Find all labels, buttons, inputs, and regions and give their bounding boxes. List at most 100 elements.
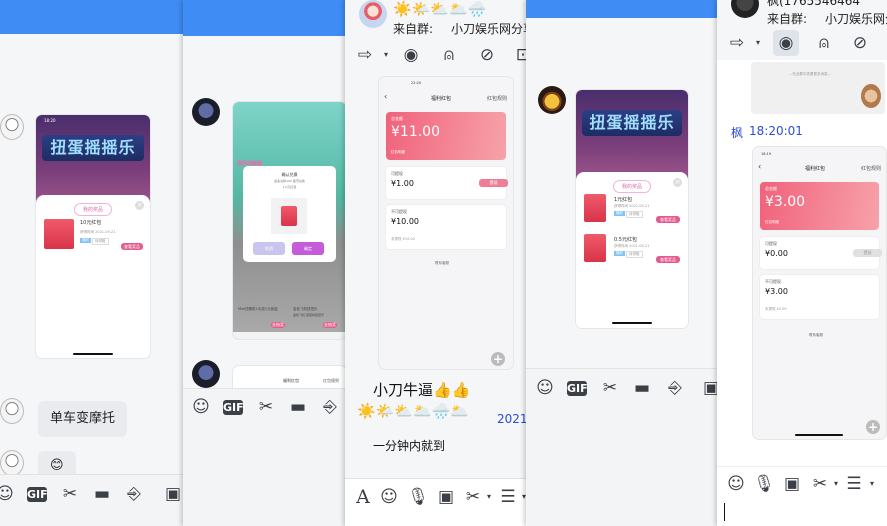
- game-title: 扭蛋摇摇乐: [42, 135, 144, 161]
- zoom-icon[interactable]: +: [866, 420, 880, 434]
- voice-icon[interactable]: 🎙: [753, 473, 775, 495]
- forward-icon[interactable]: ⎆: [319, 396, 341, 418]
- image-icon[interactable]: ▣: [781, 473, 803, 495]
- screenshot-image[interactable]: 18:20 扭蛋摇摇乐 我的奖品 × 10元红包 获得时间 2021-09-21…: [36, 115, 150, 358]
- available-amount: ¥1.00: [391, 179, 414, 188]
- play-button-right[interactable]: 去抽奖: [323, 322, 337, 328]
- cancel-button[interactable]: 取消: [253, 242, 285, 255]
- add-user-icon[interactable]: ⍝: [813, 32, 835, 54]
- forward-icon[interactable]: ⎆: [664, 377, 686, 399]
- back-icon[interactable]: ‹: [758, 162, 761, 171]
- dialog-title: 确认兑换: [281, 172, 298, 177]
- view-prize-button[interactable]: 查看奖品: [656, 216, 680, 223]
- gif-icon[interactable]: GIF: [567, 381, 588, 396]
- withdraw-detail[interactable]: 红包明细: [765, 220, 779, 225]
- message-text[interactable]: 一分钟内就到: [373, 437, 445, 454]
- text-cursor[interactable]: [724, 503, 725, 521]
- message-sender: 枫: [731, 126, 744, 140]
- hide-icon[interactable]: ◉: [400, 44, 422, 66]
- avatar[interactable]: [0, 398, 24, 424]
- prize-tag-1: 福利: [614, 211, 625, 216]
- forward-icon[interactable]: ⎆: [123, 483, 145, 505]
- avatar[interactable]: [192, 360, 220, 388]
- screenshot-image[interactable]: 摇你的超值 确认兑换 最多兑换100 星币兑换 1.0元红包 取消 确定 Min…: [233, 102, 346, 339]
- emoji-icon[interactable]: ☺: [725, 473, 747, 495]
- emoji-icon[interactable]: ☺: [378, 486, 400, 508]
- font-icon[interactable]: A: [352, 486, 374, 508]
- share-icon[interactable]: ⇨: [354, 44, 376, 66]
- available-amount: ¥0.00: [765, 249, 788, 258]
- prize-date: 获得时间 2021-09-21: [80, 230, 116, 234]
- chevron-down-icon[interactable]: ▾: [861, 473, 883, 495]
- scissors-icon[interactable]: ✂: [59, 483, 81, 505]
- image-icon[interactable]: ▣: [435, 486, 457, 508]
- nav-bar: [233, 332, 346, 339]
- page-title: 福利红包: [805, 166, 826, 172]
- total-label: 总金额: [765, 186, 777, 191]
- emoji-icon[interactable]: ☺: [534, 377, 556, 399]
- message-time: 18:20:01: [749, 124, 803, 138]
- unavailable-card: 不可提现 ¥10.00 未提现 ¥10.00: [386, 205, 506, 249]
- available-label: 可提现: [391, 171, 403, 176]
- voice-icon[interactable]: 🎙: [407, 486, 429, 508]
- contact-support[interactable]: 联系客服: [435, 261, 449, 266]
- confirm-button[interactable]: 确定: [292, 242, 324, 255]
- close-icon[interactable]: ×: [135, 201, 144, 210]
- gif-icon[interactable]: GIF: [27, 487, 48, 502]
- more-messages-note: —在此群中查看更多消息—: [789, 72, 831, 76]
- unavailable-label: 不可提现: [765, 279, 781, 284]
- gif-icon[interactable]: GIF: [223, 400, 244, 415]
- avatar[interactable]: [0, 450, 24, 476]
- avatar[interactable]: [192, 98, 220, 126]
- chevron-down-icon[interactable]: ▾: [747, 32, 769, 54]
- zoom-icon[interactable]: +: [491, 352, 505, 366]
- unavailable-note: 未提现 ¥3.00: [765, 307, 787, 311]
- share-icon[interactable]: ⇨: [726, 32, 748, 54]
- avatar[interactable]: [359, 0, 387, 28]
- dialog-line-1: 最多兑换100 星币兑换: [274, 179, 305, 183]
- red-envelope-frame: [271, 198, 307, 234]
- prize-name: 1元红包: [614, 197, 633, 203]
- unavailable-note: 未提现 ¥10.00: [391, 237, 415, 241]
- avatar[interactable]: [538, 86, 566, 114]
- scissors-icon[interactable]: ✂: [255, 396, 277, 418]
- add-user-icon[interactable]: ⍝: [438, 44, 460, 66]
- home-indicator: [795, 434, 843, 436]
- unavailable-amount: ¥10.00: [391, 217, 419, 226]
- sticker-icon: [861, 84, 881, 108]
- close-icon[interactable]: ×: [673, 178, 682, 187]
- scissors-icon[interactable]: ✂: [599, 377, 621, 399]
- image-icon[interactable]: ▣: [162, 483, 184, 505]
- folder-icon[interactable]: ▬: [287, 396, 309, 418]
- sheet-title: 我的奖品: [73, 203, 113, 216]
- folder-icon[interactable]: ▬: [631, 377, 653, 399]
- hide-icon[interactable]: ◉: [773, 30, 799, 56]
- folder-icon[interactable]: ▬: [91, 483, 113, 505]
- withdraw-button[interactable]: 提现: [853, 249, 882, 257]
- play-button-left[interactable]: 去抽奖: [271, 322, 285, 328]
- screenshot-image[interactable]: 22:20 ‹ 福利红包 红包规则 总金额 ¥11.00 红包明细 可提现 ¥1…: [379, 77, 513, 369]
- emoji-icon[interactable]: ☺: [0, 483, 16, 505]
- input-toolbar: ☺ GIF ✂ ▬ ⎆: [183, 388, 347, 526]
- view-prize-button[interactable]: 查看奖品: [121, 243, 143, 250]
- contact-support[interactable]: 联系客服: [809, 333, 823, 338]
- block-user-icon[interactable]: ⊘: [476, 44, 498, 66]
- back-icon[interactable]: ‹: [384, 92, 387, 101]
- emoji-icon[interactable]: ☺: [190, 396, 212, 418]
- message-bubble[interactable]: 单车变摩托: [38, 401, 128, 437]
- prev-screenshot[interactable]: —在此群中查看更多消息—: [751, 62, 885, 114]
- message-text[interactable]: 小刀牛逼👍👍: [373, 379, 470, 400]
- withdraw-detail[interactable]: 红包明细: [391, 150, 405, 155]
- rule-link[interactable]: 红包规则: [487, 95, 507, 102]
- dialog-line-2: 1.0元红包: [282, 185, 297, 189]
- avatar[interactable]: [0, 114, 24, 140]
- rule-link[interactable]: 红包规则: [861, 165, 881, 172]
- input-toolbar: ☺ GIF ✂ ▬ ⎆ ▣: [526, 368, 722, 526]
- chevron-down-icon[interactable]: ▾: [375, 44, 397, 66]
- view-prize-button[interactable]: 查看奖品: [656, 256, 680, 263]
- screenshot-image[interactable]: 18:19 ‹ 福利红包 红包规则 总金额 ¥3.00 红包明细 可提现 ¥0.…: [753, 147, 886, 439]
- withdraw-button[interactable]: 提现: [479, 179, 508, 187]
- prize-tag-1: 福利: [80, 238, 91, 243]
- screenshot-image[interactable]: 扭蛋摇摇乐 我的奖品 × 1元红包 获得时间 2021-09-21 福利 待领取…: [576, 90, 688, 328]
- block-user-icon[interactable]: ⊘: [849, 32, 871, 54]
